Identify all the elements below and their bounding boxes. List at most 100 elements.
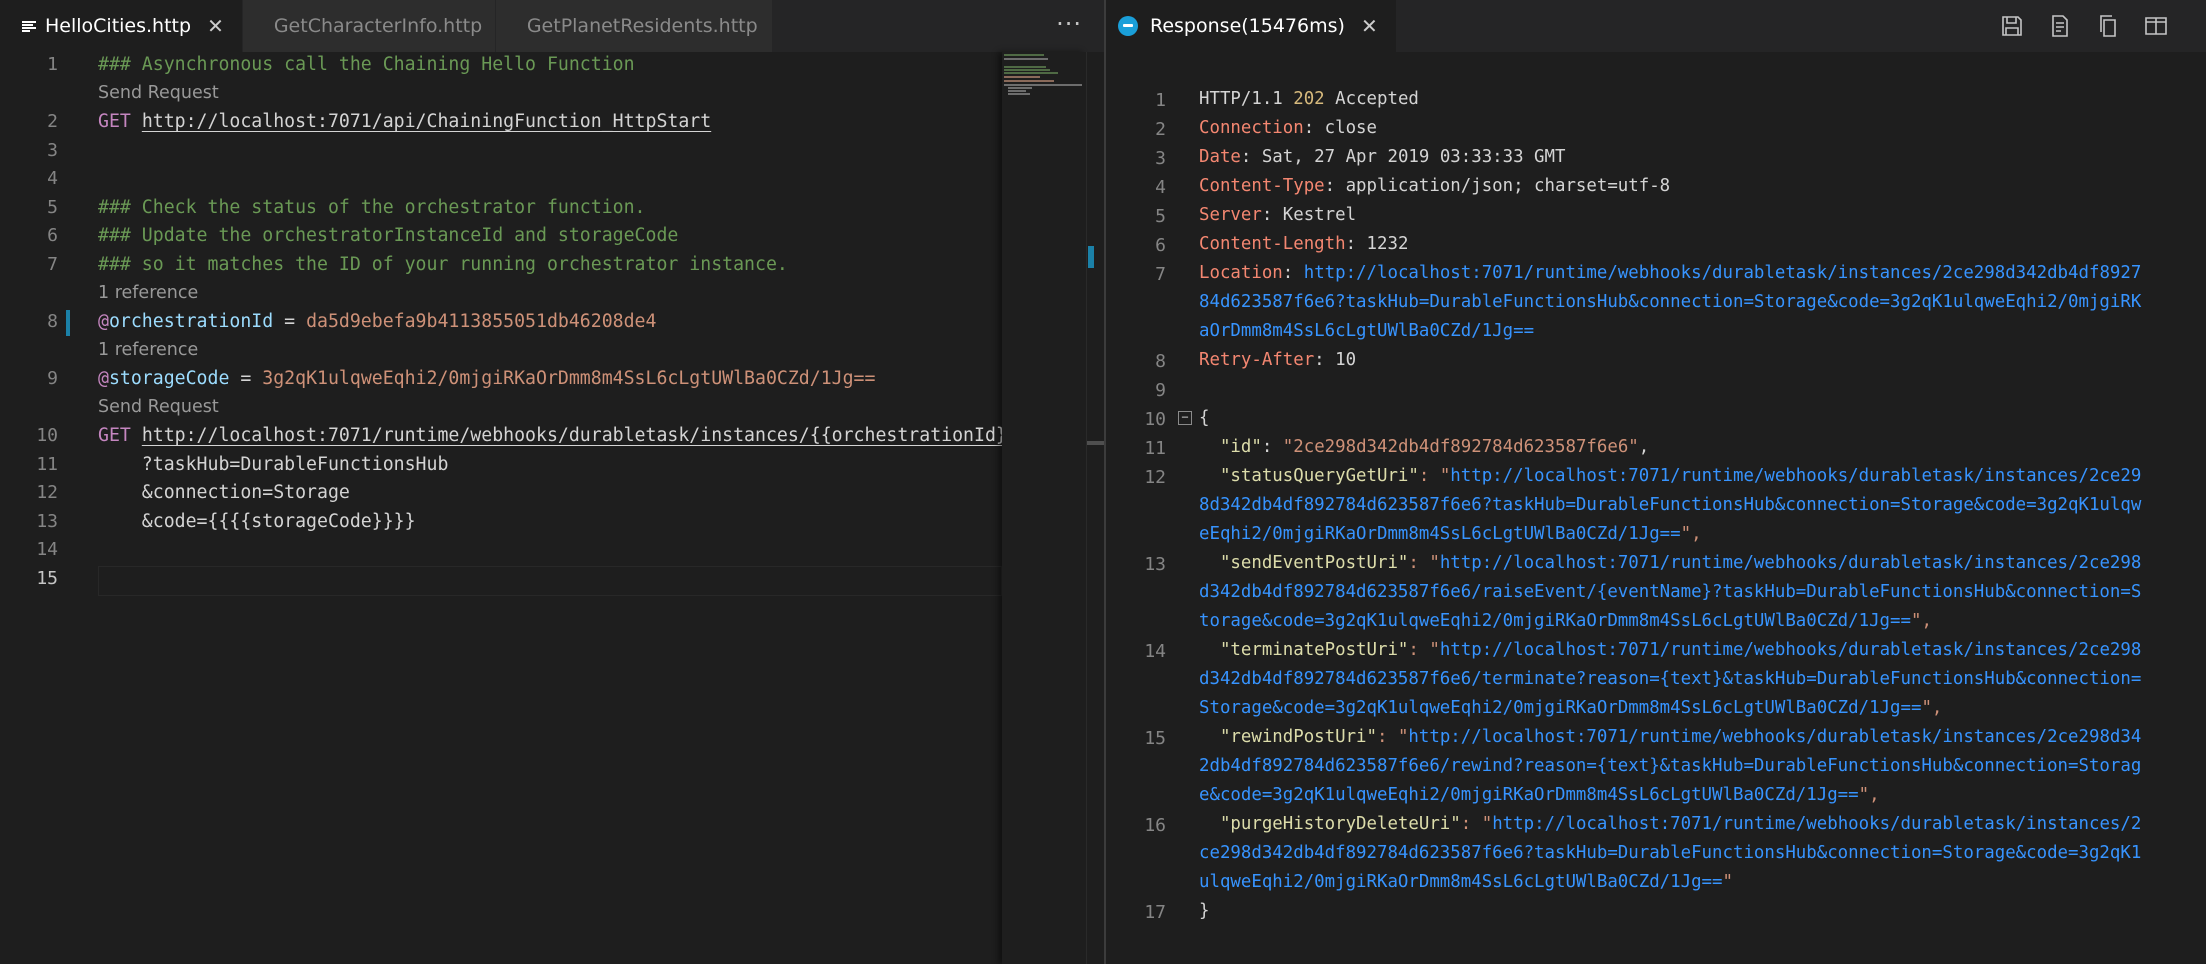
json-url-link-cont[interactable]: Storage&code=3g2qK1ulqweEqhi2/0mjgiRKaOr…	[1199, 698, 1921, 718]
close-icon[interactable]: ✕	[207, 14, 224, 38]
code-line-11[interactable]: ?taskHub=DurableFunctionsHub	[98, 454, 449, 475]
rest-client-icon	[1118, 16, 1138, 36]
line-number: 6	[47, 225, 58, 246]
header-separator: :	[1282, 263, 1304, 283]
more-actions-icon[interactable]: ···	[1056, 10, 1082, 38]
json-url-link[interactable]: http://localhost:7071/runtime/webhooks/d…	[1450, 466, 2141, 486]
code-line-10[interactable]: GET http://localhost:7071/runtime/webhoo…	[98, 425, 1002, 446]
copy-icon[interactable]	[2084, 0, 2132, 52]
header-value: : application/json; charset=utf-8	[1324, 176, 1671, 196]
line-number: 14	[36, 539, 58, 560]
tab-response[interactable]: Response(15476ms) ✕	[1106, 0, 1397, 52]
json-url-link-cont[interactable]: 2db4df892784d623587f6e6/rewind?reason={t…	[1199, 756, 2141, 776]
minimap-line	[1004, 72, 1058, 74]
request-url-link[interactable]: http://localhost:7071/runtime/webhooks/d…	[142, 425, 1002, 446]
location-link-cont[interactable]: 84d623587f6e6?taskHub=DurableFunctionsHu…	[1199, 292, 2141, 312]
code-line-8[interactable]: @orchestrationId = da5d9ebefa9b411385505…	[98, 311, 656, 332]
fold-toggle-icon[interactable]: −	[1178, 411, 1192, 425]
json-url-link-cont[interactable]: e&code=3g2qK1ulqweEqhi2/0mjgiRKaOrDmm8m4…	[1199, 785, 1859, 805]
json-id: "id": "2ce298d342db4df892784d623587f6e6"…	[1199, 437, 1649, 457]
header-content-length: Content-Length: 1232	[1199, 234, 1408, 254]
json-url-link-cont[interactable]: ce298d342db4df892784d623587f6e6?taskHub=…	[1199, 843, 2141, 863]
save-response-icon[interactable]	[1988, 0, 2036, 52]
json-url-end: Storage&code=3g2qK1ulqweEqhi2/0mjgiRKaOr…	[1199, 698, 1942, 718]
send-request-codelens[interactable]: Send Request	[98, 83, 219, 103]
header-value: : close	[1303, 118, 1377, 138]
header-connection: Connection: close	[1199, 118, 1377, 138]
json-url-end: torage&code=3g2qK1ulqweEqhi2/0mjgiRKaOrD…	[1199, 611, 1932, 631]
header-key: Connection	[1199, 118, 1304, 138]
json-quote-comma: ",	[1858, 785, 1880, 805]
line-number: 12	[1144, 467, 1166, 488]
reference-codelens[interactable]: 1 reference	[98, 340, 198, 360]
header-value: : 10	[1314, 350, 1357, 370]
minimap-line	[1008, 93, 1030, 95]
code-line-5[interactable]: ### Check the status of the orchestrator…	[98, 197, 646, 218]
http-method: GET	[98, 425, 131, 446]
json-string: "2ce298d342db4df892784d623587f6e6"	[1282, 437, 1639, 457]
current-line-highlight[interactable]	[98, 566, 1002, 596]
json-status-query: "statusQueryGetUri": "http://localhost:7…	[1199, 466, 2141, 486]
json-url-link[interactable]: http://localhost:7071/runtime/webhooks/d…	[1440, 553, 2142, 573]
line-number: 7	[1155, 264, 1166, 285]
json-url-link-cont[interactable]: eEqhi2/0mjgiRKaOrDmm8m4SsL6cLgtUWlBa0CZd…	[1199, 524, 1681, 544]
json-colon-quote: : "	[1418, 466, 1451, 486]
send-request-codelens[interactable]: Send Request	[98, 397, 219, 417]
code-line-1[interactable]: ### Asynchronous call the Chaining Hello…	[98, 54, 635, 75]
json-key: "terminatePostUri"	[1199, 640, 1409, 660]
location-link-cont[interactable]: aOrDmm8m4SsL6cLgtUWlBa0CZd/1Jg==	[1199, 321, 1534, 341]
status-line: HTTP/1.1 202 Accepted	[1199, 89, 1419, 109]
json-url-link[interactable]: http://localhost:7071/runtime/webhooks/d…	[1440, 640, 2142, 660]
assign-operator: =	[229, 368, 263, 389]
reference-codelens[interactable]: 1 reference	[98, 283, 198, 303]
minimap-line	[1004, 54, 1044, 56]
code-line-6[interactable]: ### Update the orchestratorInstanceId an…	[98, 225, 678, 246]
json-url-link-cont[interactable]: 8d342db4df892784d623587f6e6?taskHub=Dura…	[1199, 495, 2141, 515]
json-url-link-cont[interactable]: ulqweEqhi2/0mjgiRKaOrDmm8m4SsL6cLgtUWlBa…	[1199, 872, 1723, 892]
header-key: Retry-After	[1199, 350, 1315, 370]
json-url-link[interactable]: http://localhost:7071/runtime/webhooks/d…	[1408, 727, 2141, 747]
line-number: 5	[1155, 206, 1166, 227]
json-key: "sendEventPostUri"	[1199, 553, 1409, 573]
code-editor[interactable]: ### Asynchronous call the Chaining Hello…	[98, 52, 1002, 964]
code-line-7[interactable]: ### so it matches the ID of your running…	[98, 254, 788, 275]
line-number: 11	[1144, 438, 1166, 459]
request-url-link[interactable]: http://localhost:7071/api/ChainingFuncti…	[142, 111, 711, 132]
line-number: 13	[36, 511, 58, 532]
json-url-end: e&code=3g2qK1ulqweEqhi2/0mjgiRKaOrDmm8m4…	[1199, 785, 1880, 805]
code-line-9[interactable]: @storageCode = 3g2qK1ulqweEqhi2/0mjgiRKa…	[98, 368, 875, 389]
tab-getcharacterinfo[interactable]: GetCharacterInfo.http	[242, 0, 496, 52]
save-body-icon[interactable]	[2036, 0, 2084, 52]
header-content-type: Content-Type: application/json; charset=…	[1199, 176, 1670, 196]
line-number: 9	[1155, 380, 1166, 401]
header-key: Content-Length	[1199, 234, 1346, 254]
json-key: "purgeHistoryDeleteUri"	[1199, 814, 1461, 834]
tab-getplanetresidents[interactable]: GetPlanetResidents.http	[495, 0, 773, 52]
line-number: 8	[47, 311, 58, 332]
json-url-link-cont[interactable]: d342db4df892784d623587f6e6/terminate?rea…	[1199, 669, 2141, 689]
code-line-2[interactable]: GET http://localhost:7071/api/ChainingFu…	[98, 111, 711, 132]
status-text: Accepted	[1324, 89, 1419, 109]
minimap-line	[1004, 58, 1048, 60]
json-url-link[interactable]: http://localhost:7071/runtime/webhooks/d…	[1492, 814, 2141, 834]
header-server: Server: Kestrel	[1199, 205, 1356, 225]
scrollbar-thumb[interactable]	[1087, 441, 1105, 445]
line-number: 7	[47, 254, 58, 275]
minimap[interactable]	[1002, 52, 1086, 964]
line-number: 3	[47, 140, 58, 161]
json-url-link-cont[interactable]: torage&code=3g2qK1ulqweEqhi2/0mjgiRKaOrD…	[1199, 611, 1911, 631]
json-key: "statusQueryGetUri"	[1199, 466, 1419, 486]
close-icon[interactable]: ✕	[1361, 14, 1378, 38]
split-editor-icon[interactable]	[2132, 0, 2180, 52]
tab-hellocities[interactable]: HelloCities.http ✕	[0, 0, 243, 52]
code-line-13[interactable]: &code={{{{storageCode}}}}	[98, 511, 416, 532]
vertical-scrollbar[interactable]	[1086, 52, 1105, 964]
location-link[interactable]: http://localhost:7071/runtime/webhooks/d…	[1304, 263, 2142, 283]
variable-value: 3g2qK1ulqweEqhi2/0mjgiRKaOrDmm8m4SsL6cLg…	[262, 368, 876, 389]
response-body[interactable]: HTTP/1.1 202 Accepted Connection: close …	[1199, 52, 2199, 964]
json-url-link-cont[interactable]: d342db4df892784d623587f6e6/raiseEvent/{e…	[1199, 582, 2141, 602]
status-code: 202	[1293, 89, 1325, 109]
line-number: 2	[1155, 119, 1166, 140]
code-line-12[interactable]: &connection=Storage	[98, 482, 350, 503]
line-number: 13	[1144, 554, 1166, 575]
